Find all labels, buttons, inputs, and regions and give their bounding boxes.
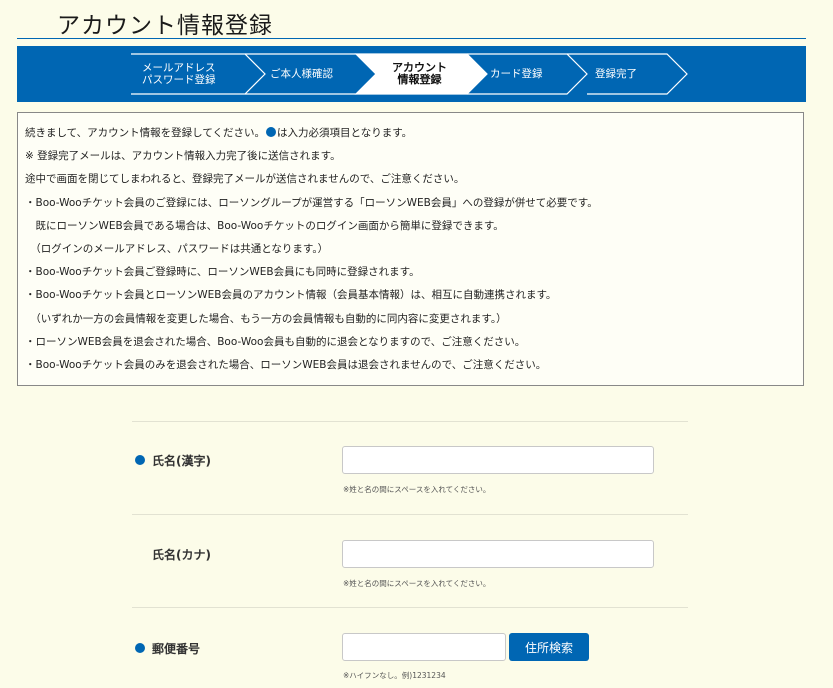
notice-line: （いずれか一方の会員情報を変更した場合、もう一方の会員情報も自動的に同内容に変更…	[25, 312, 507, 325]
address-search-button[interactable]: 住所検索	[509, 633, 589, 661]
form-divider	[132, 514, 688, 515]
name-kanji-hint: ※姓と名の間にスペースを入れてください。	[343, 485, 491, 494]
notice-line: ※ 登録完了メールは、アカウント情報入力完了後に送信されます。	[25, 150, 341, 163]
step-5-label: 登録完了	[595, 68, 637, 80]
required-dot-icon	[135, 643, 145, 653]
required-dot-icon	[135, 455, 145, 465]
notice-line: （ログインのメールアドレス、パスワードは共通となります。）	[25, 243, 329, 256]
required-dot-icon	[266, 127, 277, 137]
name-kanji-label: 氏名(漢字)	[152, 454, 211, 468]
name-kanji-input[interactable]	[342, 446, 654, 474]
notice-line: 既にローソンWEB会員である場合は、Boo-Wooチケットのログイン画面から簡単…	[25, 219, 504, 232]
step-3-label-current: アカウント 情報登録	[392, 61, 447, 86]
step-4-label: カード登録	[490, 68, 543, 80]
notice-required-text-before: 続きまして、アカウント情報を登録してください。	[25, 127, 266, 139]
step-2-label: ご本人様確認	[270, 68, 333, 80]
postal-code-hint: ※ハイフンなし。例)1231234	[343, 671, 446, 680]
name-kana-input[interactable]	[342, 540, 654, 568]
notice-line: ・Boo-Wooチケット会員のみを退会された場合、ローソンWEB会員は退会されま…	[25, 359, 547, 372]
title-underline	[17, 38, 806, 39]
step-progress-bar: メールアドレス パスワード登録 ご本人様確認 アカウント 情報登録 カード登録 …	[17, 46, 806, 102]
name-kana-label: 氏名(カナ)	[152, 548, 211, 562]
name-kana-hint: ※姓と名の間にスペースを入れてください。	[343, 579, 491, 588]
form-divider	[132, 421, 688, 422]
notice-required-text-after: は入力必須項目となります。	[277, 127, 413, 139]
notice-line: ・Boo-Wooチケット会員ご登録時に、ローソンWEB会員にも同時に登録されます…	[25, 266, 420, 279]
step-1-label: メールアドレス パスワード登録	[142, 62, 216, 86]
notice-box: 続きまして、アカウント情報を登録してください。 は入力必須項目となります。 ※ 登…	[17, 112, 804, 386]
notice-line: 途中で画面を閉じてしまわれると、登録完了メールが送信されませんので、ご注意くださ…	[25, 173, 465, 186]
postal-code-input[interactable]	[342, 633, 506, 661]
notice-line-required: 続きまして、アカウント情報を登録してください。 は入力必須項目となります。	[25, 122, 803, 145]
notice-line: ・Boo-Wooチケット会員とローソンWEB会員のアカウント情報（会員基本情報）…	[25, 289, 557, 302]
notice-line: ・ローソンWEB会員を退会された場合、Boo-Woo会員も自動的に退会となります…	[25, 335, 526, 348]
form-divider	[132, 607, 688, 608]
page-title: アカウント情報登録	[57, 13, 273, 39]
notice-line: ・Boo-Wooチケット会員のご登録には、ローソングループが運営する「ローソンW…	[25, 196, 598, 209]
postal-code-label: 郵便番号	[152, 642, 201, 656]
